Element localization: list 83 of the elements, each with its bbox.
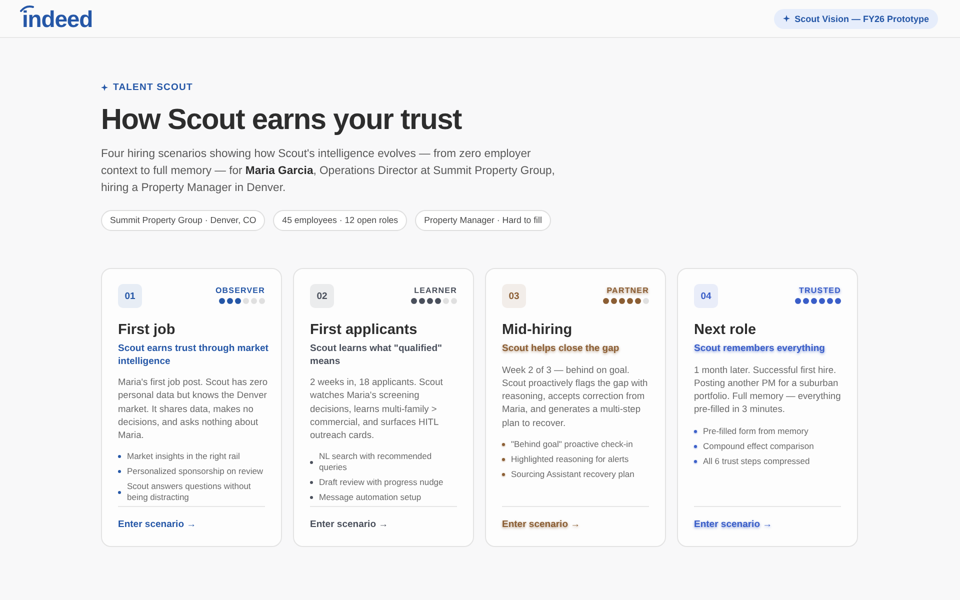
- dot-icon: [819, 298, 825, 304]
- card-subtitle: Scout earns trust through market intelligence: [118, 343, 269, 368]
- sparkle-icon: [101, 84, 108, 91]
- badge-text: Scout Vision — FY26 Prototype: [794, 14, 929, 24]
- dot-icon: [243, 298, 249, 304]
- bullet-text: All 6 trust steps compressed: [703, 456, 810, 467]
- enter-scenario-link[interactable]: Enter scenario →: [694, 519, 772, 530]
- dot-icon: [811, 298, 817, 304]
- dot-icon: [627, 298, 633, 304]
- enter-scenario-link[interactable]: Enter scenario →: [118, 519, 196, 530]
- card-subtitle: Scout helps close the gap: [502, 343, 620, 356]
- bullet-icon: [694, 430, 697, 433]
- scenario-number: 02: [310, 284, 334, 308]
- bullet-icon: [502, 442, 505, 446]
- trust-level-label: TRUSTED: [799, 286, 841, 295]
- trust-level-label: LEARNER: [414, 286, 457, 295]
- bullet-text: Highlighted reasoning for alerts: [511, 454, 629, 465]
- card-title: Next role: [694, 321, 758, 339]
- eyebrow-label: TALENT SCOUT: [113, 82, 193, 93]
- enter-scenario-link[interactable]: Enter scenario →: [502, 519, 580, 530]
- dot-icon: [835, 298, 841, 304]
- bullet-icon: [118, 455, 121, 458]
- bullet-text: Scout answers questions without being distracting: [127, 481, 252, 504]
- dot-icon: [603, 298, 609, 304]
- dot-icon: [827, 298, 833, 304]
- dot-icon: [619, 298, 625, 304]
- bullet-text: Personalized sponsorship on review: [127, 466, 264, 478]
- dot-icon: [435, 298, 441, 304]
- dot-icon: [259, 298, 265, 304]
- page-title: How Scout earns your trust: [101, 103, 462, 138]
- card-description: 1 month later. Successful first hire. Posting another PM for a suburban portfolio. Full memory — everything pre-filled in 3 minutes.: [694, 364, 842, 416]
- scenario-number: 03: [502, 284, 526, 308]
- dot-icon: [443, 298, 449, 304]
- bullet-icon: [118, 470, 121, 474]
- scenario-number: 04: [694, 284, 718, 308]
- card-title: First applicants: [310, 321, 418, 339]
- bullet-icon: [694, 444, 697, 448]
- bullet-icon: [310, 481, 313, 484]
- bullet-text: NL search with recommended queries: [319, 451, 433, 474]
- bullet-icon: [310, 460, 313, 464]
- card-description: Week 2 of 3 — behind on goal. Scout proactively flags the gap with reasoning, accepts correction from Maria, and generates a multi-step plan to recover.: [502, 364, 649, 430]
- bullet-icon: [694, 460, 697, 463]
- trust-level-label: PARTNER: [606, 286, 649, 295]
- dot-icon: [419, 298, 425, 304]
- bullet-text: Pre-filled form from memory: [703, 426, 808, 437]
- dot-icon: [251, 298, 257, 304]
- bullet-icon: [118, 490, 121, 494]
- dot-icon: [795, 298, 801, 304]
- card-title: First job: [118, 321, 176, 339]
- sparkle-icon: [782, 15, 790, 22]
- swoosh-icon: [20, 4, 34, 12]
- bullet-icon: [502, 458, 505, 461]
- bullet-text: Sourcing Assistant recovery plan: [511, 468, 634, 480]
- card-title: Mid-hiring: [502, 321, 574, 339]
- dot-icon: [427, 298, 433, 304]
- bullet-text: Draft review with progress nudge: [319, 477, 444, 488]
- dot-icon: [451, 298, 457, 304]
- intro-paragraph: Four hiring scenarios showing how Scout's intelligence evolves — from zero employer context to full memory — for Maria Garcia, Operations Director at Summit Property Group, hiring a Property Manager in Denver.: [101, 147, 556, 196]
- bullet-text: Market insights in the right rail: [127, 451, 240, 462]
- dot-icon: [219, 298, 225, 304]
- logo[interactable]: indeed: [22, 6, 93, 32]
- bullet-text: Message automation setup: [319, 492, 422, 504]
- dot-icon: [643, 298, 649, 304]
- info-chip: Summit Property Group · Denver, CO: [101, 210, 266, 231]
- dot-icon: [235, 298, 241, 304]
- bullet-text: "Behind goal" proactive check-in: [511, 438, 633, 450]
- bullet-icon: [502, 472, 505, 476]
- card-description: 2 weeks in, 18 applicants. Scout watches Maria's screening decisions, learns multi-family > commercial, and surfaces HITL outreach cards.: [310, 376, 444, 442]
- dot-icon: [227, 298, 233, 304]
- bullet-icon: [310, 496, 313, 500]
- dot-icon: [803, 298, 809, 304]
- info-chip: Property Manager · Hard to fill: [415, 210, 551, 231]
- dot-icon: [411, 298, 417, 304]
- card-subtitle: Scout learns what "qualified" means: [310, 343, 444, 368]
- scenario-number: 01: [118, 284, 142, 308]
- enter-scenario-link[interactable]: Enter scenario →: [310, 519, 388, 530]
- card-description: Maria's first job post. Scout has zero personal data but knows the Denver market. It shares data, makes no decisions, and asks nothing about Maria.: [118, 376, 269, 442]
- dot-icon: [635, 298, 641, 304]
- info-chip: 45 employees · 12 open roles: [273, 210, 408, 231]
- dot-icon: [611, 298, 617, 304]
- bullet-text: Compound effect comparison: [703, 440, 814, 452]
- card-subtitle: Scout remembers everything: [694, 343, 825, 356]
- trust-level-label: OBSERVER: [215, 286, 265, 295]
